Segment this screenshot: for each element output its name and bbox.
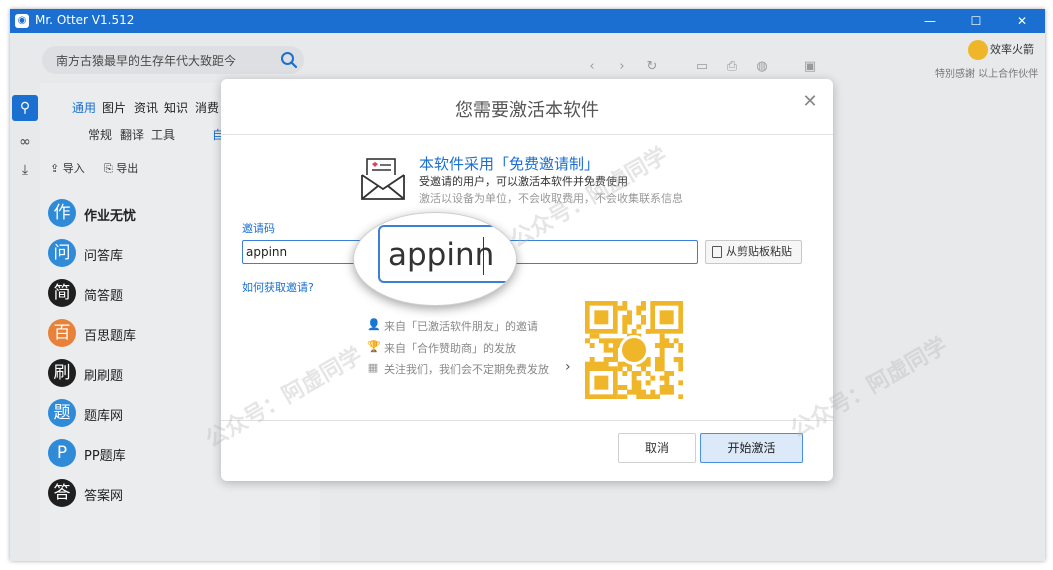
magnified-text: appinn	[388, 237, 495, 273]
dialog-title: 您需要激活本软件	[455, 100, 599, 121]
user-icon: 👤	[367, 318, 381, 331]
magnifier-callout: appinn	[353, 212, 517, 306]
paste-label: 从剪贴板粘贴	[726, 245, 792, 258]
paste-button[interactable]: 从剪贴板粘贴	[705, 240, 802, 264]
activate-button[interactable]: 开始激活	[700, 433, 803, 463]
divider	[221, 420, 833, 421]
invite-headline: 本软件采用「免费邀请制」	[419, 155, 600, 173]
modal-overlay: 您需要激活本软件 ✕ 本软件采用「免费邀请制」 受邀请的用户，可以激活本软件并免…	[0, 0, 1053, 570]
envelope-icon	[361, 158, 405, 200]
qr-icon: ▦	[367, 361, 379, 374]
chevron-right-icon: ›	[565, 359, 571, 375]
text-caret	[483, 237, 484, 275]
trophy-icon: 🏆	[367, 340, 381, 353]
cancel-button[interactable]: 取消	[618, 433, 696, 463]
divider	[221, 134, 833, 135]
clipboard-icon	[712, 246, 722, 258]
close-icon[interactable]: ✕	[799, 91, 821, 113]
qr-code	[585, 301, 683, 399]
invite-code-label: 邀请码	[242, 222, 275, 235]
how-to-get-link[interactable]: 如何获取邀请?	[242, 279, 314, 295]
activation-dialog: 您需要激活本软件 ✕ 本软件采用「免费邀请制」 受邀请的用户，可以激活本软件并免…	[221, 79, 833, 481]
